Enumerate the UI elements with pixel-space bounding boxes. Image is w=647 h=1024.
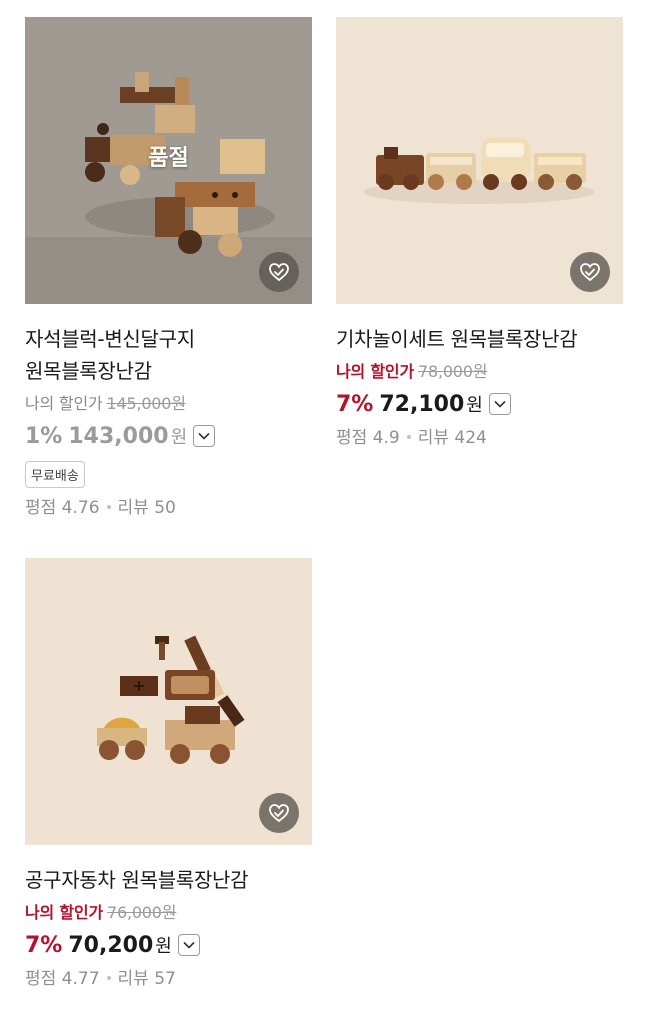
free-shipping-badge: 무료배송	[25, 461, 85, 488]
price-original-row: 나의 할인가 76,000원	[25, 902, 312, 924]
original-price: 78,000원	[417, 362, 488, 381]
product-card[interactable]: 기차놀이세트 원목블록장난감 나의 할인가 78,000원 7% 72,100 원…	[336, 17, 623, 450]
product-title-line1: 공구자동차 원목블록장난감	[25, 868, 249, 892]
rating: 평점 4.9	[336, 428, 400, 448]
heart-icon	[580, 263, 600, 282]
product-card[interactable]: 공구자동차 원목블록장난감 나의 할인가 76,000원 7% 70,200 원 …	[25, 558, 312, 991]
product-card[interactable]: 품절 자석블럭-변신달구지 원목블록장난감 나의 할인가 145,000원 1% …	[25, 17, 312, 520]
wishlist-button[interactable]	[259, 793, 299, 833]
price-row: 7% 70,200 원	[25, 931, 312, 959]
rating-review-row: 평점 4.9 리뷰 424	[336, 426, 623, 450]
wishlist-button[interactable]	[570, 252, 610, 292]
product-image[interactable]	[25, 558, 312, 845]
heart-icon	[269, 804, 289, 823]
price-original-row: 나의 할인가 145,000원	[25, 393, 312, 415]
my-price-label: 나의 할인가	[25, 903, 103, 922]
product-title[interactable]: 공구자동차 원목블록장난감	[25, 864, 312, 896]
product-image[interactable]: 품절	[25, 17, 312, 304]
heart-icon	[269, 263, 289, 282]
review-count: 리뷰 57	[117, 969, 176, 989]
product-title-line1: 기차놀이세트 원목블록장난감	[336, 327, 578, 351]
rating: 평점 4.77	[25, 969, 100, 989]
price-detail-toggle[interactable]	[177, 934, 200, 956]
sale-price: 70,200	[68, 932, 154, 958]
price-row: 7% 72,100 원	[336, 390, 623, 418]
chevron-down-icon	[494, 400, 506, 408]
chevron-down-icon	[183, 941, 195, 949]
original-price: 76,000원	[106, 903, 177, 922]
discount-rate: 1%	[25, 423, 63, 449]
currency-unit: 원	[466, 395, 483, 416]
price-row: 1% 143,000 원	[25, 422, 312, 450]
price-detail-toggle[interactable]	[488, 393, 511, 415]
currency-unit: 원	[155, 936, 172, 957]
rating: 평점 4.76	[25, 498, 100, 518]
my-price-label: 나의 할인가	[336, 362, 414, 381]
sale-price: 72,100	[379, 391, 465, 417]
my-price-label: 나의 할인가	[25, 394, 103, 413]
price-detail-toggle[interactable]	[193, 425, 216, 447]
wishlist-button[interactable]	[259, 252, 299, 292]
rating-review-row: 평점 4.76 리뷰 50	[25, 496, 312, 520]
discount-rate: 7%	[25, 932, 63, 958]
sold-out-label: 품절	[148, 145, 189, 171]
currency-unit: 원	[170, 427, 188, 448]
discount-rate: 7%	[336, 391, 374, 417]
sale-price: 143,000	[68, 423, 169, 449]
review-count: 리뷰 424	[417, 428, 487, 448]
product-title-line1: 자석블럭-변신달구지	[25, 327, 195, 351]
chevron-down-icon	[198, 432, 210, 440]
product-title[interactable]: 기차놀이세트 원목블록장난감	[336, 323, 623, 355]
separator-dot	[106, 504, 111, 509]
rating-review-row: 평점 4.77 리뷰 57	[25, 967, 312, 991]
separator-dot	[106, 975, 111, 980]
price-original-row: 나의 할인가 78,000원	[336, 361, 623, 383]
product-title-line2: 원목블록장난감	[25, 359, 152, 383]
product-image[interactable]	[336, 17, 623, 304]
product-title[interactable]: 자석블럭-변신달구지 원목블록장난감	[25, 323, 312, 387]
review-count: 리뷰 50	[117, 498, 176, 518]
original-price: 145,000원	[106, 394, 186, 413]
separator-dot	[406, 434, 411, 439]
